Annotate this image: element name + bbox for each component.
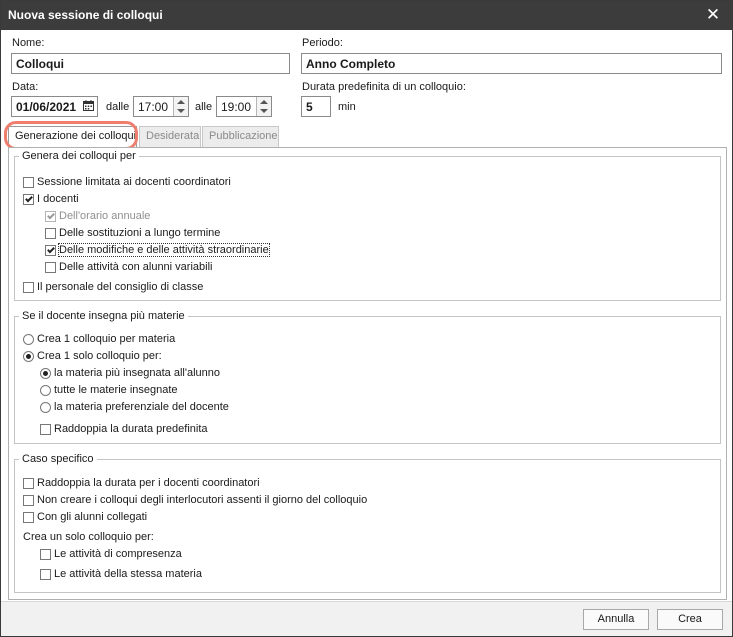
- label-non-creare-assenti: Non creare i colloqui degli interlocutor…: [37, 494, 368, 506]
- tab-pubblicazione[interactable]: Pubblicazione: [202, 126, 279, 147]
- periodo-input[interactable]: Anno Completo: [301, 53, 722, 74]
- calendar-icon[interactable]: [83, 100, 94, 111]
- label-materia-piu-insegnata: la materia più insegnata all'alunno: [54, 367, 220, 379]
- radio-materia-preferenziale[interactable]: [40, 402, 51, 413]
- alle-spinner[interactable]: [256, 97, 271, 116]
- radio-colloquio-per-materia[interactable]: [23, 334, 34, 345]
- create-button[interactable]: Crea: [657, 609, 723, 630]
- checkbox-orario-annuale: [45, 211, 56, 222]
- nome-label: Nome:: [12, 37, 45, 49]
- periodo-label: Periodo:: [302, 37, 343, 49]
- checkbox-alunni-variabili[interactable]: [45, 262, 56, 273]
- label-orario-annuale: Dell'orario annuale: [59, 210, 151, 222]
- label-raddoppia-coordinatori: Raddoppia la durata per i docenti coordi…: [37, 477, 260, 489]
- alle-value: 19:00: [221, 100, 252, 114]
- label-stessa-materia: Le attività della stessa materia: [54, 568, 202, 580]
- label-sessione-limitata: Sessione limitata ai docenti coordinator…: [37, 176, 231, 188]
- tab-desiderata[interactable]: Desiderata: [139, 126, 201, 147]
- checkbox-modifiche[interactable]: [45, 245, 56, 256]
- title-bar[interactable]: Nuova sessione di colloqui ✕: [1, 1, 732, 30]
- crea-solo-colloquio-heading: Crea un solo colloquio per:: [23, 531, 154, 543]
- durata-label: Durata predefinita di un colloquio:: [302, 81, 466, 93]
- label-i-docenti: I docenti: [37, 193, 79, 205]
- dialog-content: Nome: Colloqui Periodo: Anno Completo Da…: [1, 30, 732, 601]
- tab-panel: Genera dei colloqui per Sessione limitat…: [8, 147, 727, 600]
- dialog-footer: Annulla Crea: [1, 601, 732, 636]
- checkbox-sostituzioni[interactable]: [45, 228, 56, 239]
- dalle-label: dalle: [106, 101, 130, 113]
- label-alunni-variabili: Delle attività con alunni variabili: [59, 261, 213, 273]
- label-solo-colloquio: Crea 1 solo colloquio per:: [37, 350, 162, 362]
- alle-time-input[interactable]: 19:00: [216, 96, 272, 117]
- checkbox-personale-consiglio[interactable]: [23, 282, 34, 293]
- checkbox-alunni-collegati[interactable]: [23, 512, 34, 523]
- radio-tutte-materie[interactable]: [40, 385, 51, 396]
- date-value: 01/06/2021: [16, 100, 77, 114]
- dalle-spinner[interactable]: [173, 97, 188, 116]
- close-icon[interactable]: ✕: [704, 5, 722, 25]
- dialog-window: Nuova sessione di colloqui ✕ Nome: Collo…: [0, 0, 733, 637]
- checkbox-non-creare-assenti[interactable]: [23, 495, 34, 506]
- durata-input[interactable]: 5: [301, 96, 331, 117]
- label-raddoppia-durata: Raddoppia la durata predefinita: [54, 423, 208, 435]
- checkbox-raddoppia-coordinatori[interactable]: [23, 478, 34, 489]
- label-personale-consiglio: Il personale del consiglio di classe: [37, 281, 204, 293]
- label-materia-preferenziale: la materia preferenziale del docente: [54, 401, 229, 413]
- label-modifiche: Delle modifiche e delle attività straord…: [58, 243, 270, 257]
- radio-materia-piu-insegnata[interactable]: [40, 368, 51, 379]
- label-sostituzioni: Delle sostituzioni a lungo termine: [59, 227, 221, 239]
- label-compresenza: Le attività di compresenza: [54, 548, 182, 560]
- group-genera-legend: Genera dei colloqui per: [22, 150, 136, 162]
- group-genera-colloqui: Genera dei colloqui per: [14, 150, 721, 301]
- checkbox-compresenza[interactable]: [40, 549, 51, 560]
- dialog-title: Nuova sessione di colloqui: [8, 8, 163, 22]
- checkbox-i-docenti[interactable]: [23, 194, 34, 205]
- checkbox-stessa-materia[interactable]: [40, 569, 51, 580]
- label-tutte-materie: tutte le materie insegnate: [54, 384, 178, 396]
- data-label: Data:: [12, 81, 39, 93]
- durata-unit: min: [338, 101, 356, 113]
- label-alunni-collegati: Con gli alunni collegati: [37, 511, 148, 523]
- cancel-button[interactable]: Annulla: [583, 609, 649, 630]
- dalle-value: 17:00: [138, 100, 169, 114]
- alle-label: alle: [195, 101, 213, 113]
- tab-generazione[interactable]: Generazione dei colloqui: [8, 126, 137, 147]
- checkbox-sessione-limitata[interactable]: [23, 177, 34, 188]
- group-piu-materie-legend: Se il docente insegna più materie: [22, 310, 185, 322]
- radio-solo-colloquio[interactable]: [23, 351, 34, 362]
- dalle-time-input[interactable]: 17:00: [133, 96, 189, 117]
- group-caso-specifico-legend: Caso specifico: [22, 453, 94, 465]
- date-input[interactable]: 01/06/2021: [11, 96, 98, 117]
- nome-input[interactable]: Colloqui: [11, 53, 290, 74]
- checkbox-raddoppia-durata[interactable]: [40, 424, 51, 435]
- label-colloquio-per-materia: Crea 1 colloquio per materia: [37, 333, 176, 345]
